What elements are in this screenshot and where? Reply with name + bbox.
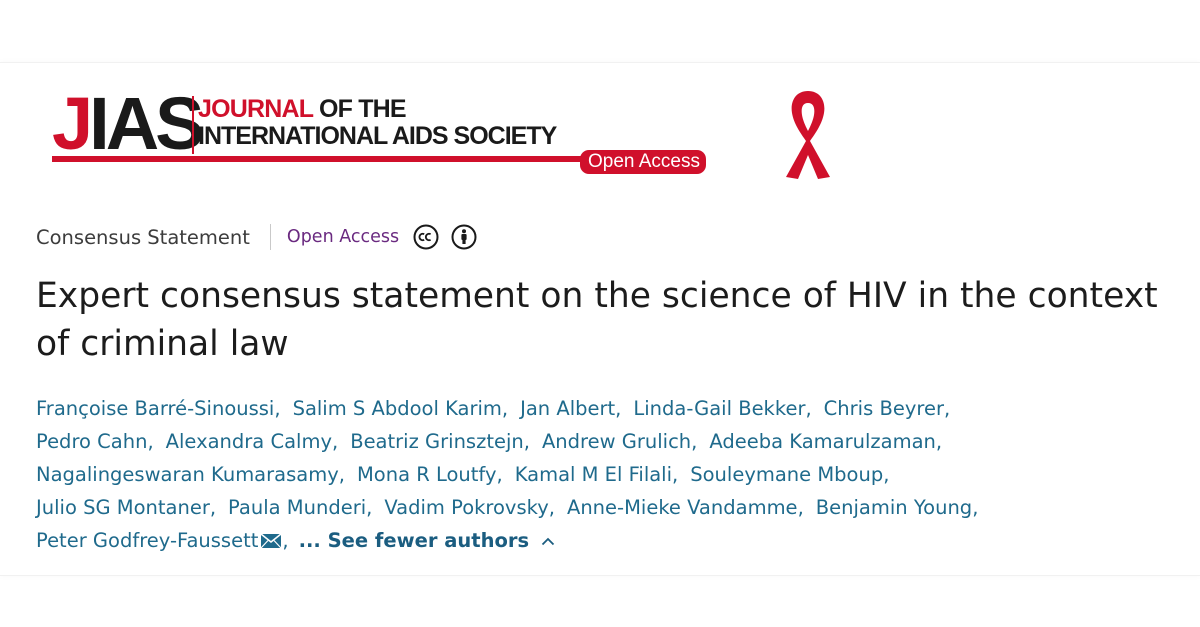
author-link[interactable]: Souleymane Mboup	[690, 463, 883, 486]
author-link[interactable]: Linda-Gail Bekker	[633, 397, 805, 420]
author-separator: ,	[672, 463, 679, 486]
article-meta-row: Consensus Statement Open Access	[36, 222, 477, 252]
author-separator: ,	[282, 529, 289, 552]
author-line: Françoise Barré-Sinoussi, Salim S Abdool …	[36, 392, 1166, 425]
author-link[interactable]: Adeeba Kamarulzaman	[709, 430, 936, 453]
author-link[interactable]: Mona R Loutfy	[357, 463, 497, 486]
author-separator: ,	[935, 430, 943, 453]
jias-logo[interactable]: JIAS JOURNAL OF THE INTERNATIONAL AIDS S…	[52, 82, 717, 178]
creative-commons-icon[interactable]	[413, 224, 439, 250]
logo-journal-line: JOURNAL OF THE	[198, 95, 407, 123]
author-link[interactable]: Jan Albert	[520, 397, 615, 420]
author-separator: ,	[691, 430, 698, 453]
logo-wordmark: JIAS	[52, 82, 205, 165]
author-list: Françoise Barré-Sinoussi, Salim S Abdool …	[36, 392, 1166, 557]
author-line: Peter Godfrey-Faussett , ... See fewer au…	[36, 524, 1166, 557]
author-separator: ,	[548, 496, 555, 519]
author-link[interactable]: Pedro Cahn	[36, 430, 147, 453]
author-link[interactable]: Peter Godfrey-Faussett	[36, 529, 258, 552]
open-access-label: Open Access	[286, 227, 400, 247]
author-link[interactable]: Nagalingeswaran Kumarasamy	[36, 463, 339, 486]
author-link[interactable]: Salim S Abdool Karim	[293, 397, 502, 420]
author-link[interactable]: Paula Munderi	[228, 496, 366, 519]
author-line: Julio SG Montaner, Paula Munderi, Vadim Po…	[36, 491, 1166, 524]
author-separator: ,	[274, 397, 281, 420]
author-separator: ,	[338, 463, 345, 486]
author-link[interactable]: Julio SG Montaner	[36, 496, 210, 519]
author-link[interactable]: Andrew Grulich	[542, 430, 691, 453]
author-link[interactable]: Beatriz Grinsztejn	[350, 430, 524, 453]
article-title: Expert consensus statement on the scienc…	[36, 276, 1158, 364]
red-ribbon-icon	[786, 91, 830, 179]
author-separator: ,	[883, 463, 890, 486]
author-separator: ,	[943, 397, 951, 420]
attribution-icon[interactable]	[451, 224, 477, 250]
author-link[interactable]: Alexandra Calmy	[166, 430, 332, 453]
author-line: Pedro Cahn, Alexandra Calmy, Beatriz Grins…	[36, 425, 1166, 458]
logo-society-line: INTERNATIONAL AIDS SOCIETY	[198, 122, 557, 150]
envelope-icon[interactable]	[260, 533, 282, 549]
logo-divider	[192, 96, 194, 154]
author-separator: ,	[797, 496, 804, 519]
author-link[interactable]: Kamal M El Filali	[515, 463, 672, 486]
author-separator: ,	[496, 463, 503, 486]
author-separator: ,	[523, 430, 530, 453]
author-link[interactable]: Anne-Mieke Vandamme	[567, 496, 798, 519]
author-separator: ,	[366, 496, 373, 519]
author-line: Nagalingeswaran Kumarasamy, Mona R Loutfy…	[36, 458, 1166, 491]
author-separator: ,	[209, 496, 217, 519]
author-link[interactable]: Vadim Pokrovsky	[384, 496, 548, 519]
author-separator: ,	[331, 430, 339, 453]
logo-underline-bar	[52, 156, 592, 162]
author-link[interactable]: Françoise Barré-Sinoussi	[36, 397, 274, 420]
logo-open-access-badge: Open Access	[580, 150, 706, 174]
article-type: Consensus Statement	[36, 225, 250, 249]
author-link[interactable]: Chris Beyrer	[824, 397, 944, 420]
author-separator: ,	[615, 397, 622, 420]
meta-divider	[269, 224, 271, 250]
author-separator: ,	[972, 496, 979, 519]
see-fewer-authors-link[interactable]: ... See fewer authors	[299, 529, 530, 552]
author-separator: ,	[501, 397, 509, 420]
author-separator: ,	[147, 430, 154, 453]
chevron-up-icon[interactable]	[541, 536, 555, 546]
author-separator: ,	[805, 397, 812, 420]
author-link[interactable]: Benjamin Young	[816, 496, 972, 519]
